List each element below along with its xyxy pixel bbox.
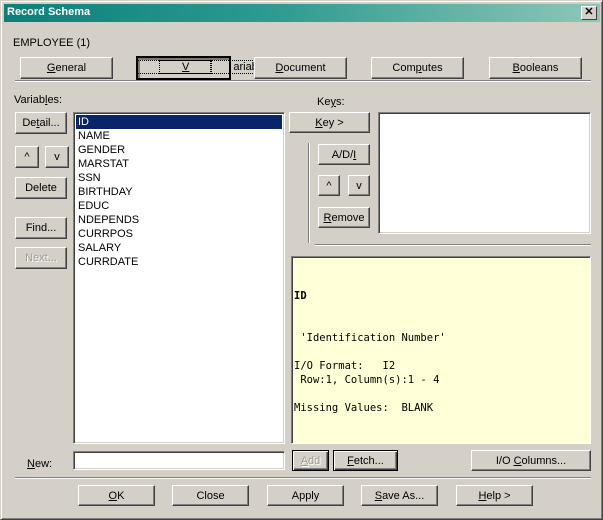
remove-label: emove [331, 212, 365, 224]
tab-general[interactable]: General [20, 57, 113, 79]
variable-list-item[interactable]: CURRDATE [76, 255, 282, 269]
io-mnemonic: C [513, 455, 522, 467]
detail-pre: De [22, 117, 37, 129]
ok-button[interactable]: OK [78, 485, 155, 506]
next-button[interactable]: Next... [15, 247, 67, 269]
help-label: elp > [486, 490, 511, 502]
record-schema-dialog: Record Schema ✕ EMPLOYEE (1) General Var… [0, 0, 603, 520]
tab-computes[interactable]: Computes [371, 57, 464, 79]
info-lines: 'Identification Number' I/O Format: I2 Ro… [294, 331, 588, 415]
variables-label-post: es: [47, 94, 63, 106]
add-label: dd [308, 455, 321, 467]
info-line: I/O Format: I2 [294, 360, 396, 372]
move-down-button[interactable]: v [45, 146, 69, 168]
variable-list-item[interactable]: SSN [76, 171, 282, 185]
ok-mnemonic: O [108, 490, 118, 502]
tab-booleans[interactable]: Booleans [489, 57, 582, 79]
adi-pre: A/D/ [331, 149, 354, 161]
tab-variables-mnemonic: V [158, 60, 213, 74]
variable-list-item[interactable]: NAME [76, 129, 282, 143]
tab-booleans-label: ooleans [519, 62, 559, 74]
variable-list-item[interactable]: NDEPENDS [76, 213, 282, 227]
ascending-descending-button[interactable]: A/D/I [318, 144, 370, 165]
key-button-mnemonic: K [315, 117, 323, 129]
detail-button[interactable]: Detail... [15, 112, 67, 134]
tab-document-label: ocument [283, 62, 326, 74]
variable-list-item[interactable]: ID [76, 115, 282, 129]
footer-divider [15, 477, 591, 479]
variables-label: Variables: [14, 94, 62, 106]
tab-computes-label: utes [421, 62, 443, 74]
tab-computes-pre: Com [392, 62, 416, 74]
tab-variables[interactable]: Variables [136, 56, 317, 80]
add-mnemonic: A [300, 455, 309, 467]
key-remove-button[interactable]: Remove [318, 207, 370, 228]
saveas-mnemonic: S [374, 490, 383, 502]
saveas-label: ave As... [382, 490, 425, 502]
key-button-label: ey > [322, 117, 344, 129]
io-columns-button[interactable]: I/O Columns... [471, 450, 591, 471]
keys-vertical-divider [308, 143, 310, 243]
detail-post: ail... [39, 117, 60, 129]
variable-list-item[interactable]: SALARY [76, 241, 282, 255]
info-line [294, 345, 588, 359]
variables-list-items: ID NAME GENDER MARSTAT SSN BIRTHDAY EDUC NDEPEN… [76, 115, 282, 269]
variable-info-panel: ID 'Identification Number' I/O Format: I2… [291, 256, 591, 444]
window-title: Record Schema [7, 6, 91, 18]
keys-horizontal-divider [315, 244, 591, 246]
help-button[interactable]: Help > [456, 485, 533, 506]
tab-booleans-mnemonic: B [512, 62, 520, 74]
move-up-button[interactable]: ^ [15, 146, 39, 168]
delete-button[interactable]: Delete [15, 177, 67, 199]
close-icon[interactable]: ✕ [581, 6, 597, 20]
add-button[interactable]: Add [292, 450, 329, 471]
keys-label-pre: Ke [317, 96, 331, 108]
fetch-button[interactable]: Fetch... [333, 450, 398, 471]
info-line: Missing Values: BLANK [294, 402, 434, 414]
find-button[interactable]: Find... [15, 217, 67, 239]
info-name-text: ID [294, 290, 307, 302]
variable-list-item[interactable]: EDUC [76, 199, 282, 213]
new-label-mnemonic: N [27, 458, 35, 470]
variables-label-pre: Variab [14, 94, 45, 106]
new-variable-input[interactable] [73, 451, 285, 470]
variables-list[interactable]: ID NAME GENDER MARSTAT SSN BIRTHDAY EDUC NDEPEN… [73, 112, 285, 444]
apply-button[interactable]: Apply [267, 485, 344, 506]
info-line: Row:1, Column(s):1 - 4 [294, 374, 440, 386]
info-variable-name: ID [294, 289, 588, 303]
new-label: New: [27, 458, 52, 470]
variable-list-item[interactable]: MARSTAT [76, 157, 282, 171]
tab-general-label: eneral [55, 62, 87, 74]
save-as-button[interactable]: Save As... [361, 485, 438, 506]
variable-list-item[interactable]: GENDER [76, 143, 282, 157]
key-add-button[interactable]: Key > [289, 112, 370, 133]
tab-divider-right [231, 80, 591, 82]
keys-list[interactable] [378, 112, 591, 234]
record-label: EMPLOYEE (1) [13, 37, 91, 49]
keys-label: Keys: [317, 96, 345, 108]
title-bar: Record Schema ✕ [4, 4, 600, 22]
io-label: olumns... [521, 455, 567, 467]
new-label-post: ew: [34, 458, 53, 470]
variable-list-item[interactable]: BIRTHDAY [76, 185, 282, 199]
tab-document[interactable]: Document [254, 57, 347, 79]
io-pre: I/O [495, 455, 514, 467]
keys-label-post: s: [335, 96, 345, 108]
fetch-mnemonic: F [347, 455, 354, 467]
ok-label: K [117, 490, 125, 502]
fetch-label: etch... [353, 455, 384, 467]
variable-list-item[interactable]: CURRPOS [76, 227, 282, 241]
close-button[interactable]: Close [172, 485, 249, 506]
key-up-button[interactable]: ^ [318, 175, 340, 196]
info-line: 'Identification Number' [294, 332, 446, 344]
key-down-button[interactable]: v [348, 175, 370, 196]
info-line [294, 387, 588, 401]
adi-mnemonic: I [353, 149, 357, 161]
